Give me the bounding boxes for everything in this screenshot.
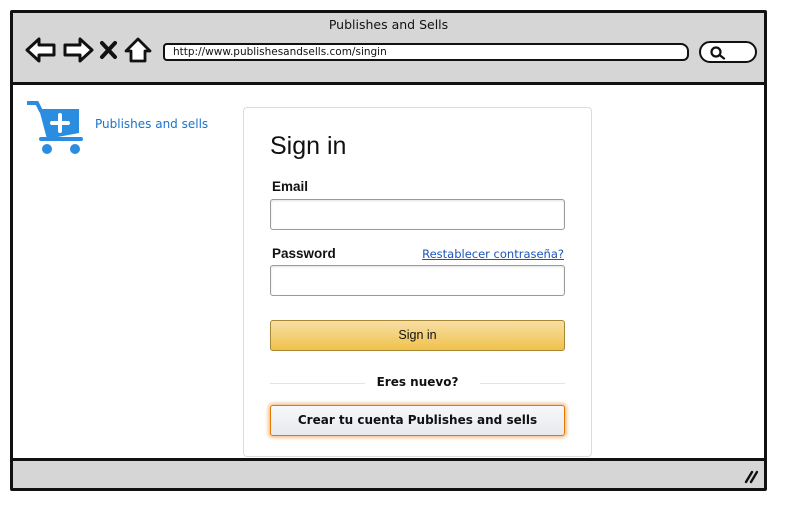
password-label: Password	[272, 246, 336, 261]
search-field[interactable]	[699, 41, 757, 63]
new-user-text: Eres nuevo?	[376, 375, 459, 389]
page-content: Publishes and sells Sign in Email Passwo…	[13, 85, 764, 458]
brand-name[interactable]: Publishes and sells	[95, 117, 208, 131]
shopping-cart-add-icon	[25, 101, 83, 154]
email-label: Email	[272, 179, 309, 194]
url-bar[interactable]: http://www.publishesandsells.com/singin	[163, 43, 689, 61]
back-button[interactable]	[23, 35, 59, 65]
signin-card: Sign in Email Password Restablecer contr…	[243, 107, 592, 457]
create-account-button[interactable]: Crear tu cuenta Publishes and sells	[270, 405, 565, 436]
browser-toolbar: Publishes and Sells http://www.publishes…	[13, 13, 764, 85]
arrow-right-icon	[63, 37, 94, 63]
forgot-password-link[interactable]: Restablecer contraseña?	[422, 247, 564, 261]
email-field[interactable]	[270, 199, 565, 230]
page-title: Sign in	[270, 132, 347, 160]
stop-button[interactable]	[99, 35, 119, 65]
resize-grip-icon[interactable]	[742, 468, 758, 484]
browser-window: Publishes and Sells http://www.publishes…	[10, 10, 767, 491]
forward-button[interactable]	[60, 35, 96, 65]
brand-logo[interactable]	[25, 99, 93, 159]
home-button[interactable]	[123, 35, 153, 65]
url-text: http://www.publishesandsells.com/singin	[173, 46, 387, 58]
arrow-left-icon	[25, 37, 56, 63]
close-icon	[100, 41, 117, 59]
window-title: Publishes and Sells	[328, 17, 449, 32]
password-field[interactable]	[270, 265, 565, 296]
status-bar	[13, 458, 764, 488]
signin-button[interactable]: Sign in	[270, 320, 565, 351]
new-user-divider: Eres nuevo?	[270, 375, 565, 391]
search-icon	[710, 46, 726, 60]
home-icon	[124, 37, 152, 63]
